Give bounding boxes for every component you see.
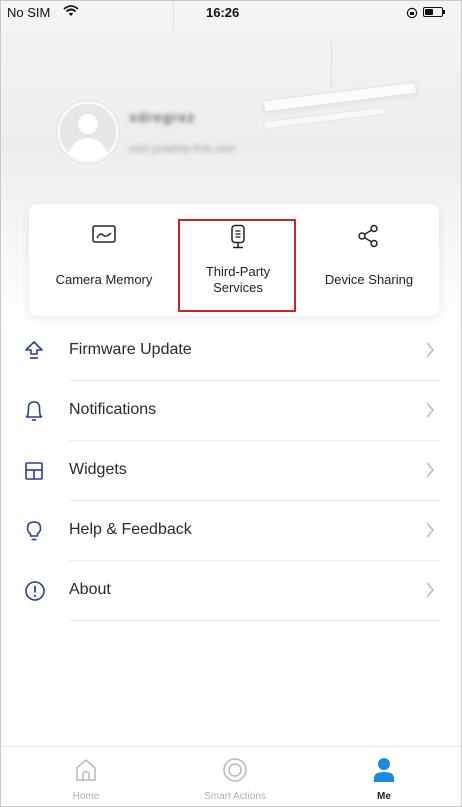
profile-email: xdzr.yxadmy-fvrk.com xyxy=(129,143,236,155)
profile-username[interactable]: xdregrez xyxy=(129,109,195,125)
info-icon xyxy=(25,581,45,601)
menu-label: Firmware Update xyxy=(69,341,192,358)
menu-label: Notifications xyxy=(69,401,157,418)
avatar[interactable] xyxy=(57,101,119,163)
menu-item-widgets[interactable]: Widgets xyxy=(1,441,461,501)
tab-label: Me xyxy=(377,791,391,802)
carrier-label: No SIM xyxy=(7,5,51,20)
rotation-lock-icon xyxy=(406,7,418,19)
camera-memory-button[interactable]: Camera Memory xyxy=(29,204,179,316)
chevron-right-icon xyxy=(426,342,434,358)
battery-icon xyxy=(423,7,445,17)
share-icon xyxy=(358,224,378,248)
divider xyxy=(69,620,441,621)
app-screen: No SIM 16:26 xdregrez xdzr.yxadmy-fvrk.c… xyxy=(0,0,462,807)
ceiling-wire xyxy=(331,41,332,89)
menu-label: Widgets xyxy=(69,461,127,478)
lightbulb-icon xyxy=(26,521,42,541)
device-sharing-button[interactable]: Device Sharing xyxy=(299,204,439,316)
chevron-right-icon xyxy=(426,582,434,598)
image-frame-icon xyxy=(92,225,116,243)
widgets-icon xyxy=(25,462,43,480)
tab-label: Smart Actions xyxy=(204,791,266,802)
smart-actions-icon xyxy=(223,758,247,782)
menu-item-firmware-update[interactable]: Firmware Update xyxy=(1,321,461,381)
tab-home[interactable]: Home xyxy=(26,747,146,806)
camera-memory-label: Camera Memory xyxy=(55,272,153,287)
highlight-annotation-box xyxy=(178,219,296,312)
menu-label: About xyxy=(69,581,111,598)
chevron-right-icon xyxy=(426,522,434,538)
menu-item-help-feedback[interactable]: Help & Feedback xyxy=(1,501,461,561)
device-sharing-label: Device Sharing xyxy=(324,272,414,287)
menu-item-notifications[interactable]: Notifications xyxy=(1,381,461,441)
home-icon xyxy=(76,759,96,781)
tab-smart-actions[interactable]: Smart Actions xyxy=(175,747,295,806)
menu-item-about[interactable]: About xyxy=(1,561,461,621)
tab-me[interactable]: Me xyxy=(324,747,444,806)
tab-label: Home xyxy=(72,791,100,802)
ceiling-light-decoration xyxy=(262,81,418,113)
clock-time: 16:26 xyxy=(206,5,240,20)
upgrade-arrow-icon xyxy=(25,341,43,359)
wifi-icon xyxy=(63,5,79,16)
status-bar: No SIM 16:26 xyxy=(1,1,461,25)
bottom-tab-bar: Home Smart Actions Me xyxy=(1,746,461,806)
person-icon xyxy=(374,758,394,782)
chevron-right-icon xyxy=(426,462,434,478)
bell-icon xyxy=(25,401,43,421)
chevron-right-icon xyxy=(426,402,434,418)
menu-label: Help & Feedback xyxy=(69,521,192,538)
